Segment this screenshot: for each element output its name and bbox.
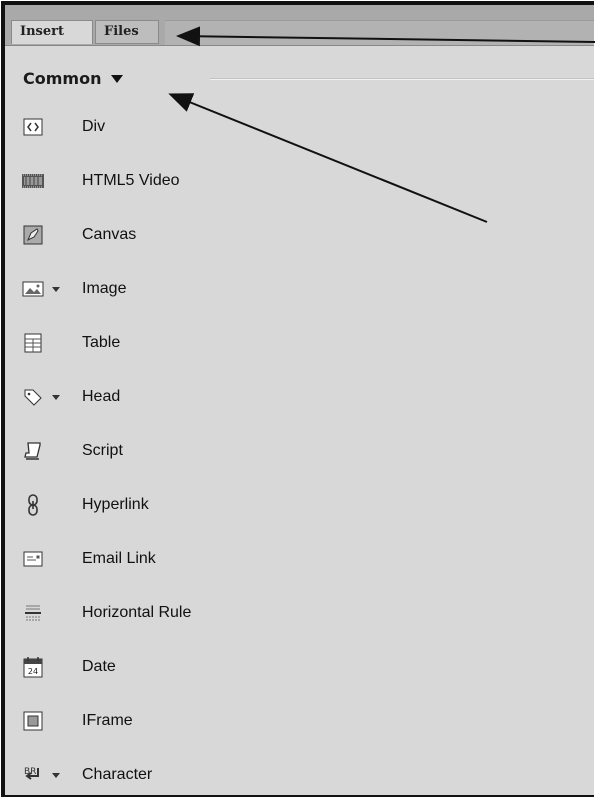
insert-item-date[interactable]: 24 Date — [5, 647, 594, 687]
chevron-down-icon — [111, 75, 124, 83]
insert-item-email-link[interactable]: Email Link — [5, 539, 594, 579]
insert-item-div[interactable]: Div — [5, 107, 594, 147]
insert-item-html5-video[interactable]: HTML5 Video — [5, 161, 594, 201]
insert-item-label: Hyperlink — [82, 496, 149, 513]
insert-item-head[interactable]: Head — [5, 377, 594, 417]
calendar-icon: 24 — [22, 656, 44, 678]
character-icon: BR — [22, 764, 44, 786]
video-icon — [22, 170, 44, 192]
insert-item-iframe[interactable]: IFrame — [5, 701, 594, 741]
insert-item-label: Canvas — [82, 226, 137, 243]
category-dropdown[interactable]: Common — [23, 67, 124, 91]
chevron-down-icon[interactable] — [52, 286, 60, 292]
table-icon — [22, 332, 44, 354]
insert-item-hyperlink[interactable]: Hyperlink — [5, 485, 594, 525]
tab-bar-empty-area — [165, 20, 594, 45]
horizontal-rule-icon — [22, 602, 44, 624]
insert-item-character[interactable]: BR Character — [5, 755, 594, 795]
insert-item-label: Character — [82, 766, 153, 783]
insert-panel: Insert Files Common Div HTML5 Video Canv… — [1, 1, 594, 797]
category-label: Common — [23, 69, 102, 88]
insert-item-label: Head — [82, 388, 121, 405]
tab-bar: Insert Files — [5, 5, 594, 46]
hyperlink-icon — [22, 494, 44, 516]
insert-item-image[interactable]: Image — [5, 269, 594, 309]
insert-item-label: Table — [82, 334, 121, 351]
insert-item-horizontal-rule[interactable]: Horizontal Rule — [5, 593, 594, 633]
chevron-down-icon[interactable] — [52, 394, 60, 400]
script-icon — [22, 440, 44, 462]
insert-item-label: Script — [82, 442, 123, 459]
insert-item-canvas[interactable]: Canvas — [5, 215, 594, 255]
insert-item-label: Date — [82, 658, 116, 675]
insert-item-label: Email Link — [82, 550, 156, 567]
tab-insert[interactable]: Insert — [11, 20, 93, 44]
insert-item-script[interactable]: Script — [5, 431, 594, 471]
insert-item-label: Div — [82, 118, 106, 135]
svg-text:24: 24 — [28, 667, 38, 676]
insert-item-label: IFrame — [82, 712, 133, 729]
image-icon — [22, 278, 44, 300]
chevron-down-icon[interactable] — [52, 772, 60, 778]
insert-item-label: HTML5 Video — [82, 172, 180, 189]
canvas-icon — [22, 224, 44, 246]
insert-item-label: Horizontal Rule — [82, 604, 192, 621]
divider — [210, 78, 594, 80]
tab-files[interactable]: Files — [95, 20, 159, 44]
div-icon — [22, 116, 44, 138]
insert-item-table[interactable]: Table — [5, 323, 594, 363]
iframe-icon — [22, 710, 44, 732]
email-icon — [22, 548, 44, 570]
tag-icon — [22, 386, 44, 408]
insert-item-label: Image — [82, 280, 127, 297]
